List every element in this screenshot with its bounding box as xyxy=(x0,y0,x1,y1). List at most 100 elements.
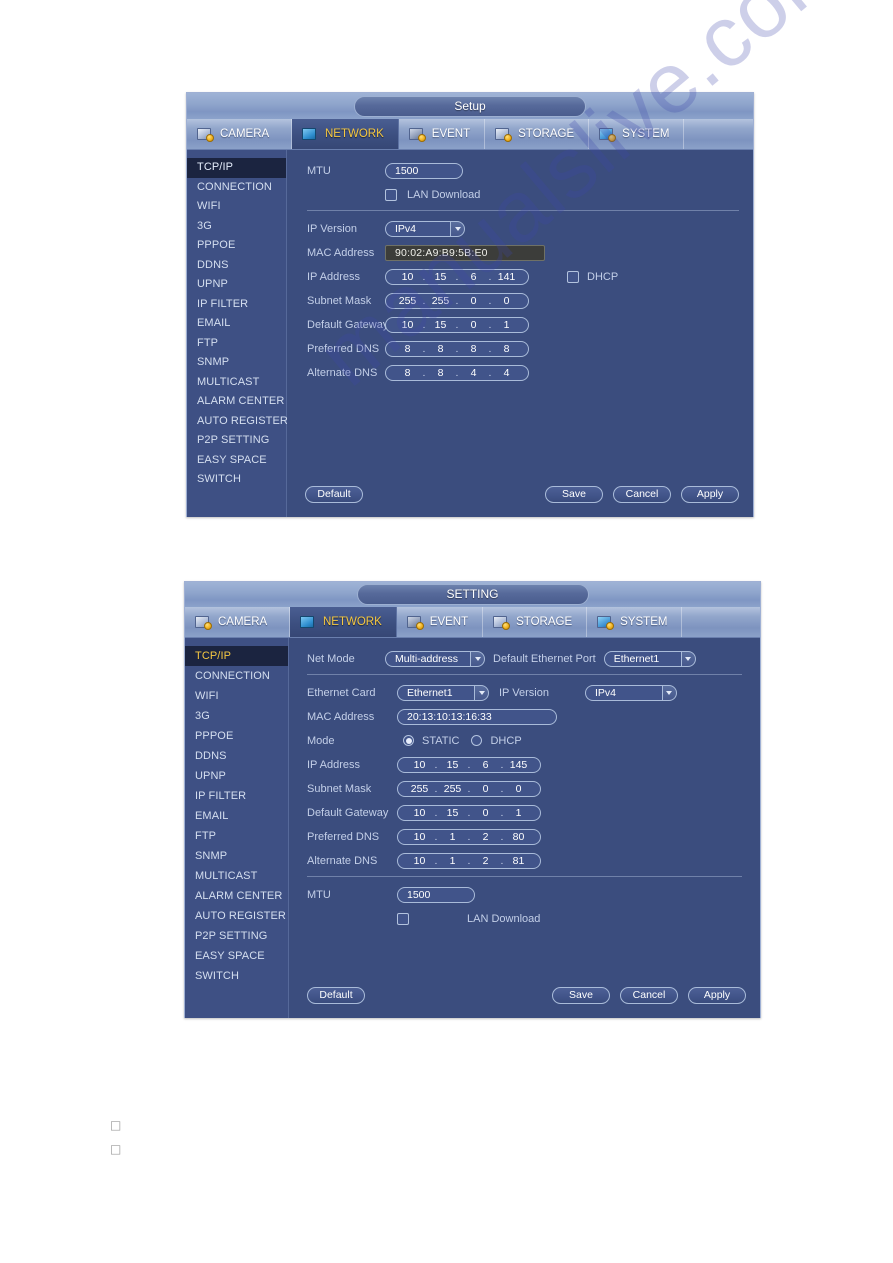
dhcp-checkbox[interactable] xyxy=(567,270,579,283)
alternate-dns-label: Alternate DNS xyxy=(307,854,378,867)
tab-storage[interactable]: STORAGE xyxy=(485,119,590,149)
alternate-dns-input[interactable]: 10. 1. 2. 81 xyxy=(397,852,541,869)
sidebar-item-ip-filter[interactable]: IP FILTER xyxy=(185,786,288,806)
mode-dhcp-radio[interactable] xyxy=(471,735,483,746)
sidebar-item-p2p-setting[interactable]: P2P SETTING xyxy=(187,431,286,451)
tab-event[interactable]: EVENT xyxy=(399,119,486,149)
tab-camera-label: CAMERA xyxy=(220,128,270,140)
ip-address-input[interactable]: 10. 15. 6. 141 xyxy=(385,268,529,285)
save-button[interactable]: Save xyxy=(545,486,603,503)
default-ethernet-port-dropdown[interactable]: Ethernet1 xyxy=(603,650,696,667)
tab-event[interactable]: EVENT xyxy=(397,607,484,637)
apply-button[interactable]: Apply xyxy=(688,987,746,1004)
sidebar-item-ftp[interactable]: FTP xyxy=(187,334,286,354)
ip-version-dropdown[interactable]: IPv4 xyxy=(584,684,677,701)
apply-button[interactable]: Apply xyxy=(681,486,739,503)
tab-network[interactable]: NETWORK xyxy=(292,119,399,149)
lan-download-checkbox[interactable] xyxy=(385,188,397,201)
net-mode-dropdown[interactable]: Multi-address xyxy=(385,650,485,667)
mtu-row: MTU 1500 xyxy=(307,886,746,903)
sidebar-item-snmp[interactable]: SNMP xyxy=(185,846,288,866)
default-gateway-input[interactable]: 10. 15. 0. 1 xyxy=(397,804,541,821)
system-icon xyxy=(599,127,617,142)
preferred-dns-label: Preferred DNS xyxy=(307,830,380,843)
dhcp-label: DHCP xyxy=(587,270,619,283)
default-gateway-label: Default Gateway xyxy=(307,806,389,819)
default-button[interactable]: Default xyxy=(305,486,363,503)
ethernet-card-dropdown[interactable]: Ethernet1 xyxy=(397,684,489,701)
preferred-dns-row: Preferred DNS 10. 1. 2. 80 xyxy=(307,828,746,845)
save-button[interactable]: Save xyxy=(552,987,610,1004)
mask-octet-1: 255 xyxy=(410,782,429,795)
sidebar-item-3g[interactable]: 3G xyxy=(185,706,288,726)
sidebar-item-alarm-center[interactable]: ALARM CENTER xyxy=(185,886,288,906)
mtu-input[interactable]: 1500 xyxy=(385,162,463,179)
sidebar-item-multicast[interactable]: MULTICAST xyxy=(185,866,288,886)
pdns-octet-3: 2 xyxy=(482,830,489,843)
event-icon xyxy=(408,127,426,142)
tab-camera[interactable]: CAMERA xyxy=(185,607,290,637)
sidebar-item-3g[interactable]: 3G xyxy=(187,217,286,237)
sidebar-item-email[interactable]: EMAIL xyxy=(185,806,288,826)
sidebar-item-connection[interactable]: CONNECTION xyxy=(187,178,286,198)
sidebar-item-upnp[interactable]: UPNP xyxy=(187,275,286,295)
sidebar-item-snmp[interactable]: SNMP xyxy=(187,353,286,373)
default-ethernet-port-value: Ethernet1 xyxy=(603,650,682,667)
chevron-down-icon xyxy=(450,220,465,237)
sidebar-item-connection[interactable]: CONNECTION xyxy=(185,666,288,686)
mode-static-radio[interactable] xyxy=(403,735,414,746)
lan-download-label: LAN Download xyxy=(467,912,541,925)
alternate-dns-input[interactable]: 8. 8. 4. 4 xyxy=(385,364,529,381)
ip-version-label: IP Version xyxy=(307,222,357,235)
ip-version-dropdown[interactable]: IPv4 xyxy=(385,220,465,237)
adns-octet-4: 81 xyxy=(512,854,525,867)
sidebar-item-easy-space[interactable]: EASY SPACE xyxy=(185,946,288,966)
sidebar-item-wifi[interactable]: WIFI xyxy=(187,197,286,217)
sidebar-item-ddns[interactable]: DDNS xyxy=(187,256,286,276)
camera-icon xyxy=(197,127,214,142)
tab-storage[interactable]: STORAGE xyxy=(483,607,588,637)
sidebar-item-auto-register[interactable]: AUTO REGISTER xyxy=(187,412,288,432)
sidebar-item-ddns[interactable]: DDNS xyxy=(185,746,288,766)
sidebar-item-p2p-setting[interactable]: P2P SETTING xyxy=(185,926,288,946)
sidebar-item-email[interactable]: EMAIL xyxy=(187,314,286,334)
sidebar-item-wifi[interactable]: WIFI xyxy=(185,686,288,706)
sidebar-item-pppoe[interactable]: PPPOE xyxy=(185,726,288,746)
sidebar-item-ip-filter[interactable]: IP FILTER xyxy=(187,295,286,315)
mtu-row: MTU 1500 xyxy=(307,162,739,179)
sidebar-item-upnp[interactable]: UPNP xyxy=(185,766,288,786)
preferred-dns-input[interactable]: 8. 8. 8. 8 xyxy=(385,340,529,357)
alternate-dns-row: Alternate DNS 10. 1. 2. 81 xyxy=(307,852,746,869)
sidebar-item-tcpip[interactable]: TCP/IP xyxy=(185,646,288,666)
chevron-down-icon xyxy=(474,684,489,701)
sidebar-item-ftp[interactable]: FTP xyxy=(185,826,288,846)
system-icon xyxy=(597,615,615,630)
sidebar-item-auto-register[interactable]: AUTO REGISTER xyxy=(185,906,288,926)
tab-network[interactable]: NETWORK xyxy=(290,607,397,637)
cancel-button[interactable]: Cancel xyxy=(620,987,678,1004)
sidebar-item-multicast[interactable]: MULTICAST xyxy=(187,373,286,393)
sidebar-item-alarm-center[interactable]: ALARM CENTER xyxy=(187,392,286,412)
cancel-button[interactable]: Cancel xyxy=(613,486,671,503)
setting-dialog: SETTING CAMERA NETWORK EVENT STORAGE SYS… xyxy=(184,581,761,1018)
sidebar-item-switch[interactable]: SWITCH xyxy=(185,966,288,986)
network-icon xyxy=(300,615,317,630)
default-button[interactable]: Default xyxy=(307,987,365,1004)
adns-octet-3: 4 xyxy=(470,366,477,379)
tab-system[interactable]: SYSTEM xyxy=(587,607,683,637)
sidebar-item-pppoe[interactable]: PPPOE xyxy=(187,236,286,256)
dialog2-content: Net Mode Multi-address Default Ethernet … xyxy=(289,638,760,1018)
sidebar-item-tcpip[interactable]: TCP/IP xyxy=(187,158,286,178)
pdns-octet-2: 8 xyxy=(437,342,444,355)
ip-address-input[interactable]: 10. 15. 6. 145 xyxy=(397,756,541,773)
mtu-input[interactable]: 1500 xyxy=(397,886,475,903)
tab-system[interactable]: SYSTEM xyxy=(589,119,685,149)
lan-download-checkbox[interactable] xyxy=(397,912,409,925)
subnet-mask-input[interactable]: 255. 255. 0. 0 xyxy=(397,780,541,797)
sidebar-item-easy-space[interactable]: EASY SPACE xyxy=(187,451,286,471)
default-gateway-input[interactable]: 10. 15. 0. 1 xyxy=(385,316,529,333)
preferred-dns-input[interactable]: 10. 1. 2. 80 xyxy=(397,828,541,845)
sidebar-item-switch[interactable]: SWITCH xyxy=(187,470,286,490)
subnet-mask-input[interactable]: 255. 255. 0. 0 xyxy=(385,292,529,309)
tab-camera[interactable]: CAMERA xyxy=(187,119,292,149)
